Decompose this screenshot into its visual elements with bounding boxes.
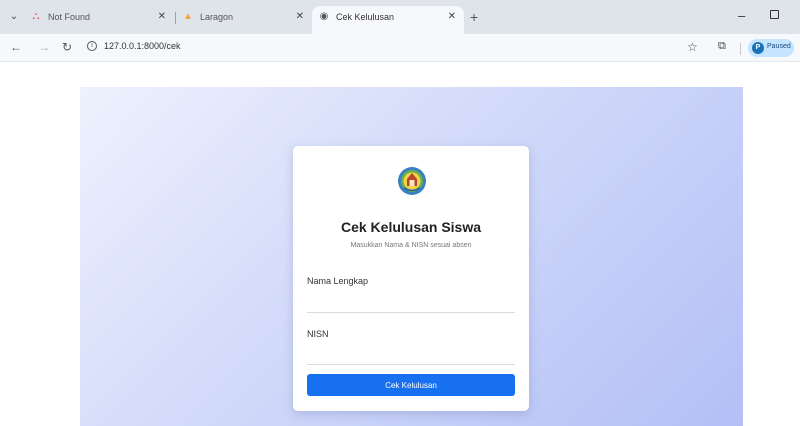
name-field[interactable]: [307, 291, 515, 313]
close-tab-icon[interactable]: ✕: [448, 6, 456, 28]
login-card: Cek Kelulusan Siswa Masukkan Nama & NISN…: [293, 146, 529, 411]
nisn-field[interactable]: [307, 343, 515, 365]
maximize-icon[interactable]: [770, 10, 779, 19]
laragon-icon: ▲: [183, 11, 193, 22]
cek-kelulusan-button[interactable]: Cek Kelulusan: [307, 374, 515, 396]
profile-status: Paused: [767, 43, 791, 50]
reload-icon[interactable]: ↻: [62, 40, 72, 54]
tab-search-icon[interactable]: ⌄: [6, 9, 22, 25]
tab-strip: ⌄ ⛬ Not Found ✕ ▲ Laragon ✕ ◉ Cek Kelulu…: [0, 0, 800, 34]
avatar: P: [752, 42, 764, 54]
close-tab-icon[interactable]: ✕: [296, 6, 304, 28]
school-emblem-icon: [398, 167, 426, 195]
close-tab-icon[interactable]: ✕: [158, 6, 166, 28]
laravel-icon: ⛬: [32, 11, 40, 22]
profile-button[interactable]: P Paused: [748, 39, 794, 57]
toolbar-divider: [740, 43, 741, 55]
page-title: Cek Kelulusan Siswa: [340, 219, 482, 235]
address-bar: ← → ↻ i 127.0.0.1:8000/cek ☆ ⧉ P Paused: [0, 34, 800, 62]
tab-not-found[interactable]: ⛬ Not Found ✕: [24, 6, 174, 34]
tab-title: Cek Kelulusan: [336, 12, 395, 22]
globe-icon: ◉: [319, 11, 329, 22]
tab-laragon[interactable]: ▲ Laragon ✕: [176, 6, 312, 34]
name-label: Nama Lengkap: [307, 276, 369, 286]
page-subtitle: Masukkan Nama & NISN sesuai absen: [350, 242, 472, 249]
forward-icon[interactable]: →: [38, 40, 50, 54]
tab-title: Laragon: [200, 12, 234, 22]
tab-cek-kelulusan[interactable]: ◉ Cek Kelulusan ✕: [312, 6, 464, 34]
nisn-label: NISN: [307, 329, 329, 339]
new-tab-icon[interactable]: +: [470, 10, 478, 24]
minimize-icon[interactable]: –: [738, 8, 745, 23]
url-text[interactable]: 127.0.0.1:8000/cek: [104, 41, 181, 51]
back-icon[interactable]: ←: [10, 40, 22, 54]
site-info-icon[interactable]: i: [87, 41, 97, 51]
tab-title: Not Found: [48, 12, 91, 22]
extensions-icon[interactable]: ⧉: [718, 40, 726, 53]
bookmark-star-icon[interactable]: ☆: [687, 40, 698, 54]
